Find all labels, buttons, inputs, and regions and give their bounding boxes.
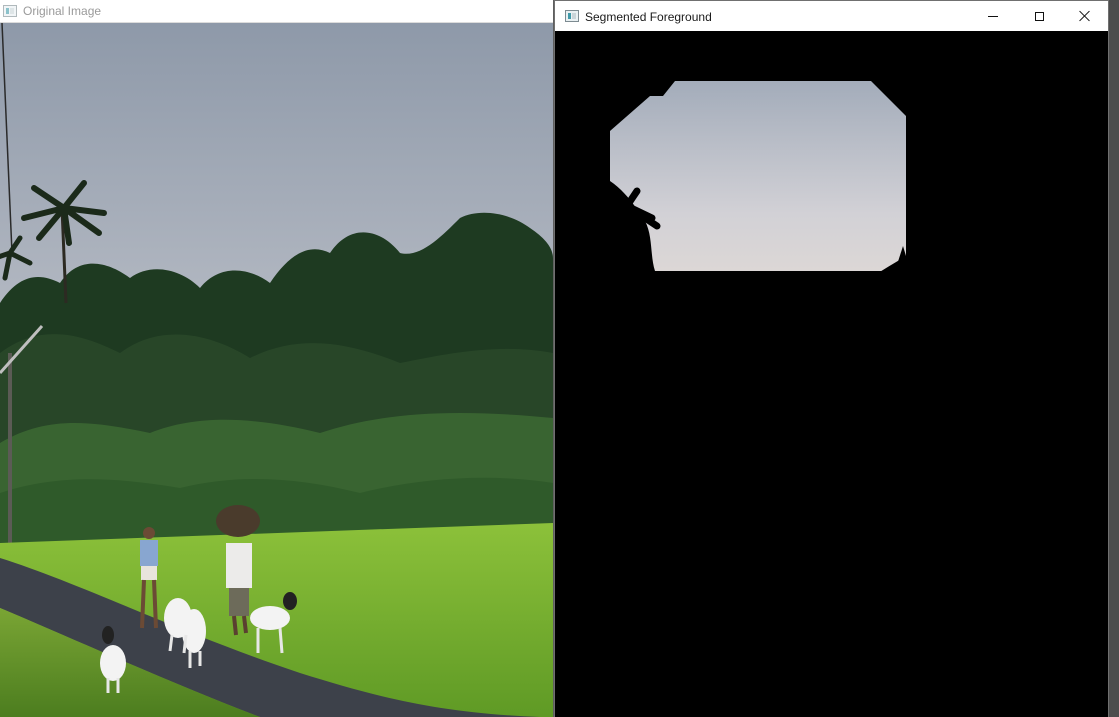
maximize-icon bbox=[1034, 11, 1044, 21]
original-image-window[interactable]: Original Image bbox=[0, 0, 553, 717]
original-photo bbox=[0, 23, 553, 717]
window-title: Segmented Foreground bbox=[585, 10, 712, 24]
segmented-foreground-titlebar[interactable]: Segmented Foreground bbox=[555, 1, 1108, 31]
app-icon bbox=[565, 10, 579, 22]
maximize-button[interactable] bbox=[1016, 1, 1062, 31]
original-image-canvas bbox=[0, 23, 553, 717]
app-icon bbox=[3, 5, 17, 17]
minimize-icon bbox=[988, 15, 998, 17]
minimize-button[interactable] bbox=[970, 1, 1016, 31]
close-button[interactable] bbox=[1062, 1, 1108, 31]
close-icon bbox=[1079, 10, 1091, 22]
window-title: Original Image bbox=[23, 4, 102, 18]
segmented-image-canvas bbox=[555, 31, 1108, 717]
segmented-foreground-window[interactable]: Segmented Foreground bbox=[554, 0, 1109, 717]
segmentation-result bbox=[555, 31, 1108, 717]
original-image-titlebar[interactable]: Original Image bbox=[0, 0, 553, 23]
desktop-background bbox=[1109, 0, 1119, 717]
